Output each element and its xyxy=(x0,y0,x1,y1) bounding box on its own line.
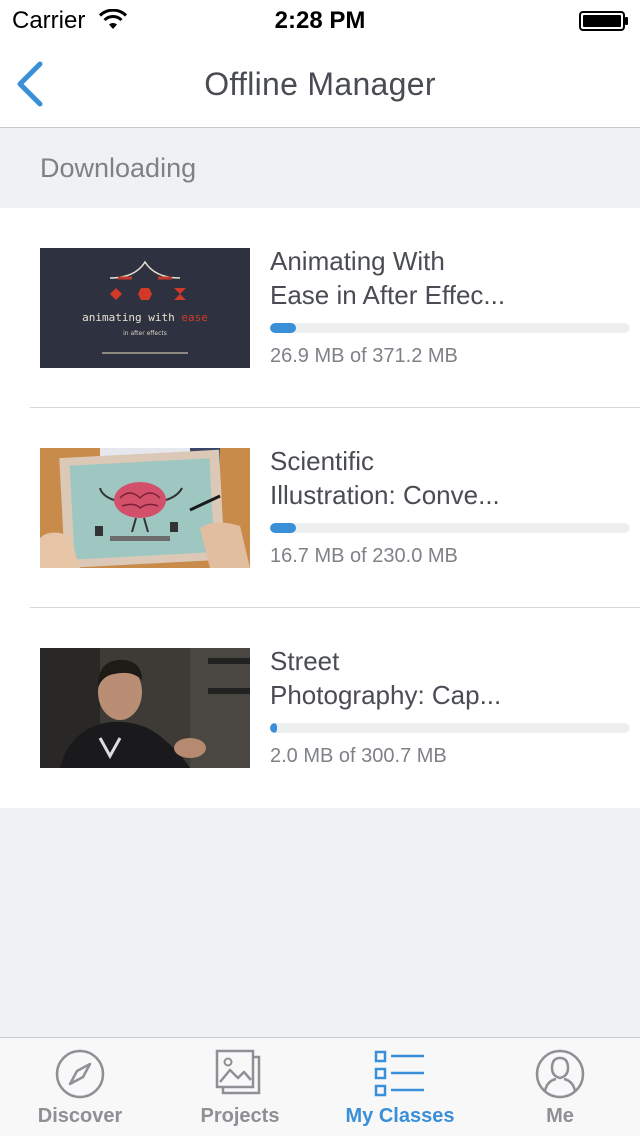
download-progress-bar xyxy=(270,323,630,333)
status-bar: Carrier 2:28 PM xyxy=(0,0,640,40)
tab-label: Me xyxy=(546,1105,574,1127)
download-item[interactable]: animating with ease in after effects Ani… xyxy=(0,208,640,408)
download-progress-bar xyxy=(270,523,630,533)
class-title: Animating With Ease in After Effec... xyxy=(270,244,630,312)
page-title: Offline Manager xyxy=(204,66,436,102)
battery-icon xyxy=(579,11,628,31)
class-thumbnail xyxy=(40,648,250,768)
download-progress-fill xyxy=(270,323,296,333)
class-title-line2: Illustration: Conve... xyxy=(270,480,500,510)
section-header: Downloading xyxy=(0,129,640,208)
class-title-line2: Ease in After Effec... xyxy=(270,280,506,310)
download-item[interactable]: Street Photography: Cap... 2.0 MB of 300… xyxy=(0,608,640,808)
class-title: Street Photography: Cap... xyxy=(270,644,630,712)
tab-bar: Discover Projects My Classes Me xyxy=(0,1037,640,1136)
svg-text:animating with ease: animating with ease xyxy=(82,311,208,324)
section-title: Downloading xyxy=(40,153,197,183)
compass-icon xyxy=(55,1049,105,1099)
download-item[interactable]: Scientific Illustration: Conve... 16.7 M… xyxy=(0,408,640,608)
class-title: Scientific Illustration: Conve... xyxy=(270,444,630,512)
tab-discover[interactable]: Discover xyxy=(0,1038,160,1136)
class-title-line1: Scientific xyxy=(270,446,375,476)
clock: 2:28 PM xyxy=(274,7,366,34)
thumb-title: animating with xyxy=(82,311,181,324)
download-size: 16.7 MB of 230.0 MB xyxy=(270,545,458,567)
class-title-line1: Animating With xyxy=(270,246,445,276)
list-icon xyxy=(374,1050,424,1097)
tab-label: My Classes xyxy=(345,1105,455,1127)
download-progress-fill xyxy=(270,723,278,733)
tab-label: Projects xyxy=(200,1105,280,1127)
nav-bar: Offline Manager xyxy=(0,40,640,128)
thumb-title-accent: ease xyxy=(181,311,208,324)
tab-my-classes[interactable]: My Classes xyxy=(320,1038,480,1136)
thumb-subtitle: in after effects xyxy=(123,330,167,337)
download-size: 26.9 MB of 371.2 MB xyxy=(270,345,458,367)
class-thumbnail xyxy=(40,448,250,568)
download-list: animating with ease in after effects Ani… xyxy=(0,208,640,808)
class-thumbnail: animating with ease in after effects xyxy=(40,248,250,368)
tab-me[interactable]: Me xyxy=(480,1038,640,1136)
tab-projects[interactable]: Projects xyxy=(160,1038,320,1136)
download-progress-fill xyxy=(270,523,297,533)
tab-label: Discover xyxy=(37,1105,123,1127)
download-size: 2.0 MB of 300.7 MB xyxy=(270,745,447,767)
class-title-line2: Photography: Cap... xyxy=(270,680,502,710)
person-icon xyxy=(535,1049,585,1099)
download-progress-bar xyxy=(270,723,630,733)
class-title-line1: Street xyxy=(270,646,340,676)
photos-icon xyxy=(215,1049,261,1095)
